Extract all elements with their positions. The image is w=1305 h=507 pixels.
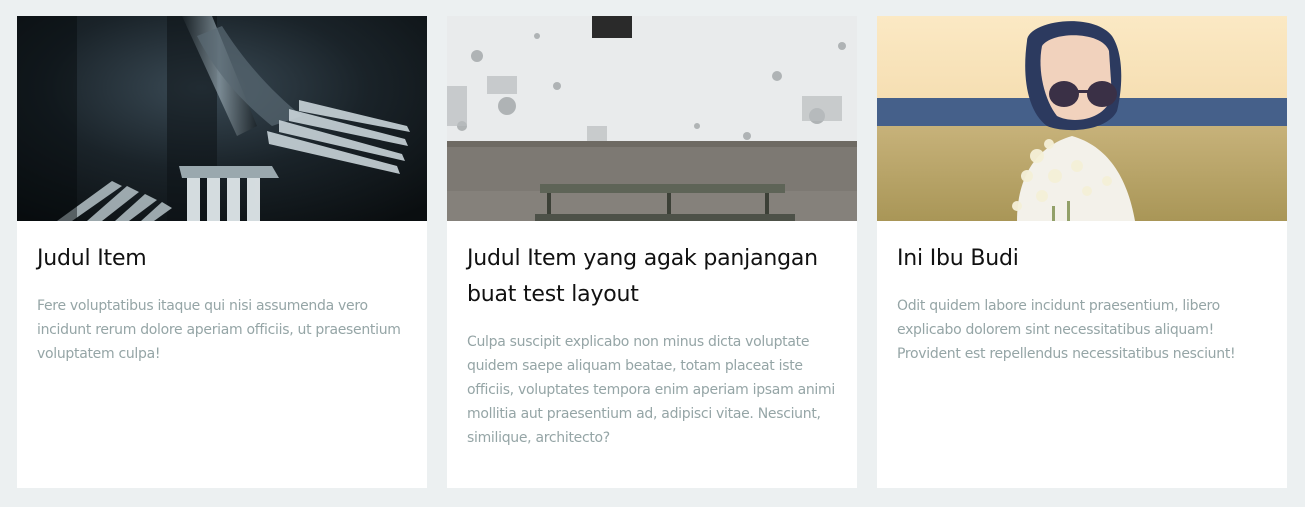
card-body: Ini Ibu Budi Odit quidem labore incidunt… [877, 221, 1287, 366]
card-title[interactable]: Judul Item yang agak panjangan buat test… [467, 241, 837, 313]
card-item[interactable]: Judul Item yang agak panjangan buat test… [447, 16, 857, 488]
card-item[interactable]: Judul Item Fere voluptatibus itaque qui … [17, 16, 427, 488]
card-body: Judul Item Fere voluptatibus itaque qui … [17, 221, 427, 366]
card-item[interactable]: Ini Ibu Budi Odit quidem labore incidunt… [877, 16, 1287, 488]
card-image-forks [17, 16, 427, 221]
card-grid: Judul Item Fere voluptatibus itaque qui … [0, 0, 1305, 507]
card-image-woman-sunglasses [877, 16, 1287, 221]
card-description: Fere voluptatibus itaque qui nisi assume… [37, 298, 401, 362]
card-image-wall-bench [447, 16, 857, 221]
card-title[interactable]: Ini Ibu Budi [897, 241, 1267, 277]
card-description: Culpa suscipit explicabo non minus dicta… [467, 334, 835, 446]
card-body: Judul Item yang agak panjangan buat test… [447, 221, 857, 450]
card-description: Odit quidem labore incidunt praesentium,… [897, 298, 1236, 362]
card-title[interactable]: Judul Item [37, 241, 407, 277]
